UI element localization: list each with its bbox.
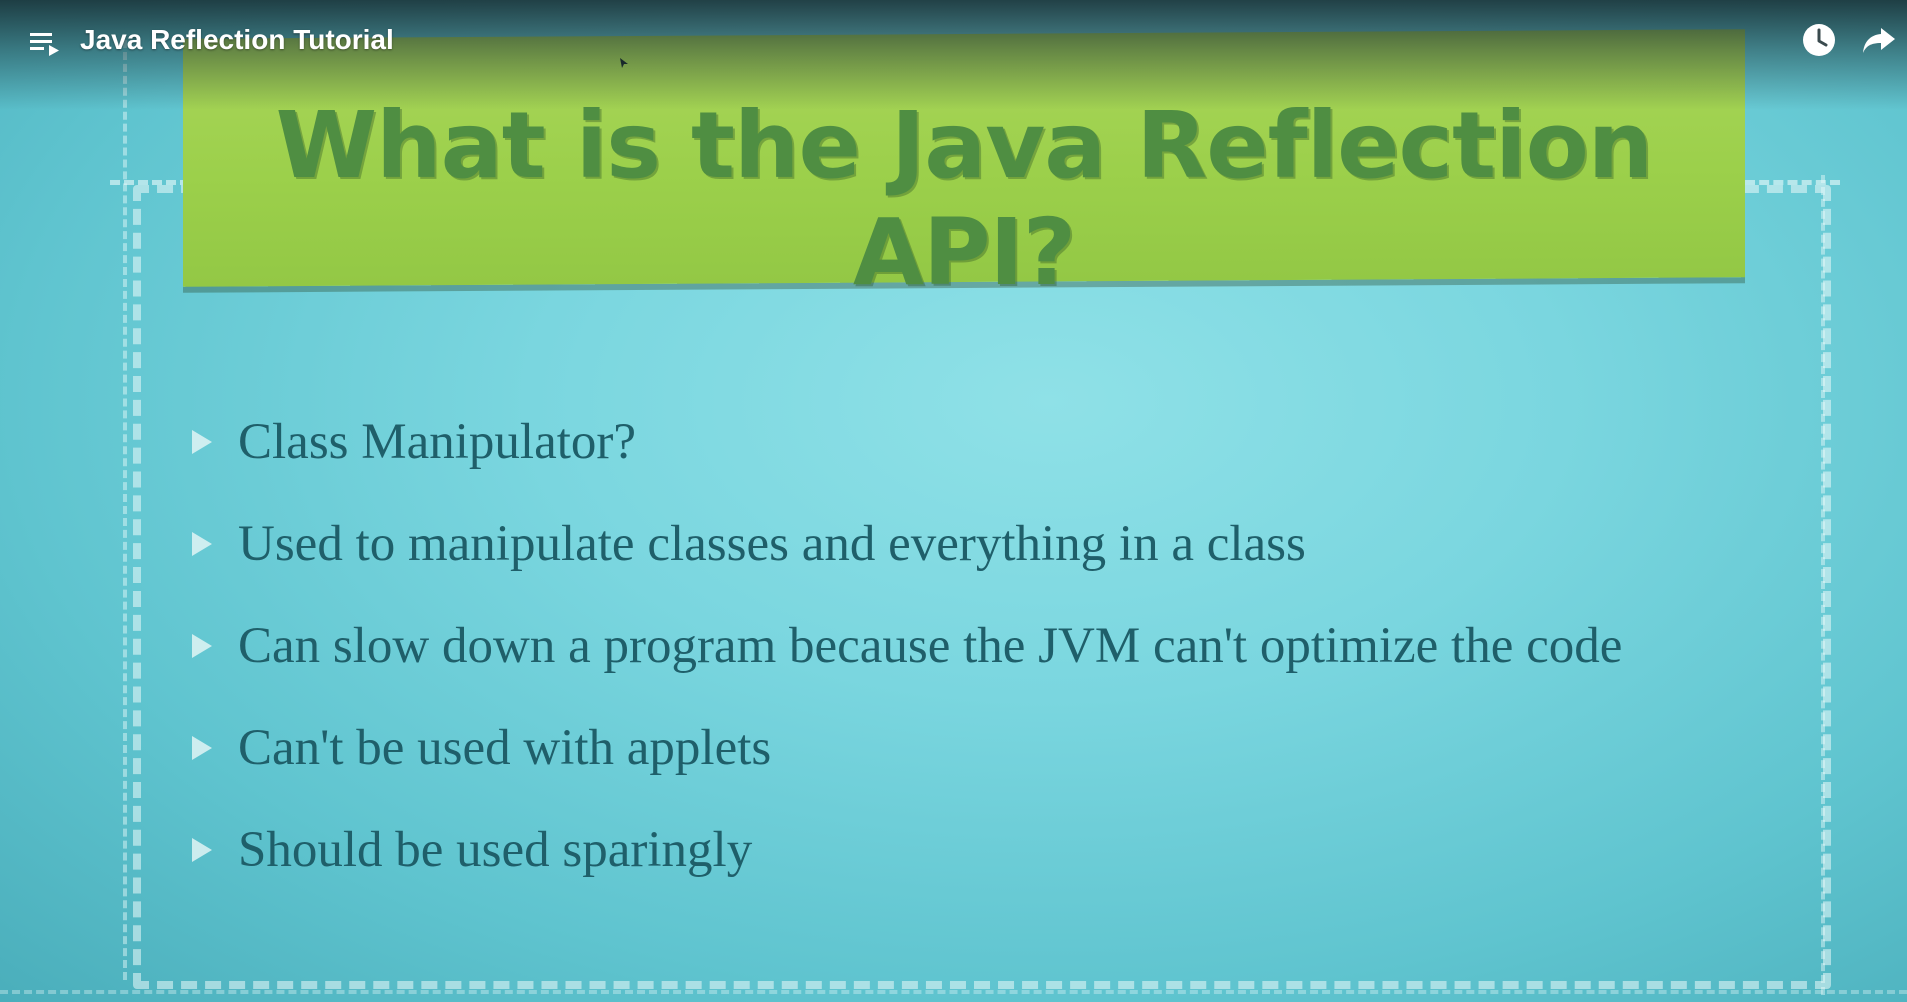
slide-title: What is the Java Reflection API? (275, 92, 1654, 306)
bullet-item: Class Manipulator? (192, 402, 1622, 504)
bullet-item: Can slow down a program because the JVM … (192, 606, 1622, 708)
bullet-triangle-icon (192, 430, 212, 454)
bullet-triangle-icon (192, 838, 212, 862)
share-arrow-icon[interactable] (1861, 22, 1897, 58)
bullet-item: Can't be used with applets (192, 708, 1622, 810)
video-player[interactable]: What is the Java Reflection API? Class M… (0, 0, 1907, 1002)
bullet-item: Used to manipulate classes and everythin… (192, 504, 1622, 606)
bullet-text: Can't be used with applets (238, 720, 772, 776)
playlist-icon[interactable] (30, 28, 60, 58)
bullet-text: Can slow down a program because the JVM … (238, 618, 1623, 674)
clock-icon[interactable] (1801, 22, 1837, 58)
bullet-text: Should be used sparingly (238, 822, 753, 878)
slide-bullet-list: Class Manipulator? Used to manipulate cl… (192, 402, 1622, 912)
bullet-triangle-icon (192, 532, 212, 556)
bullet-item: Should be used sparingly (192, 810, 1622, 912)
chalk-border-right (1821, 175, 1829, 995)
chalk-line-bottom (0, 990, 1907, 994)
chalk-line-top-left (110, 180, 190, 185)
video-title[interactable]: Java Reflection Tutorial (80, 20, 394, 60)
chalk-line-top-right (1745, 180, 1840, 185)
bullet-text: Class Manipulator? (238, 414, 637, 470)
bullet-text: Used to manipulate classes and everythin… (238, 516, 1306, 572)
bullet-triangle-icon (192, 736, 212, 760)
bullet-triangle-icon (192, 634, 212, 658)
